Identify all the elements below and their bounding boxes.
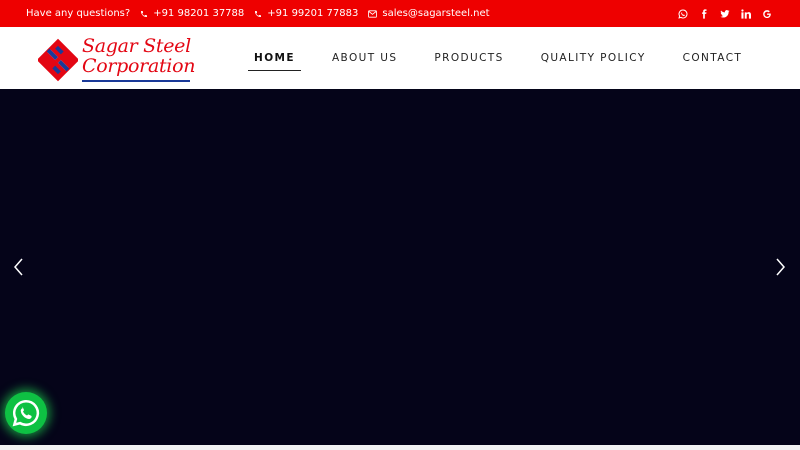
logo-wordmark: Sagar Steel Corporation [82, 36, 195, 76]
twitter-icon[interactable] [720, 9, 730, 19]
whatsapp-icon [12, 399, 40, 427]
top-bar: Have any questions? +91 98201 37788 +91 … [0, 0, 800, 27]
phone-link-2[interactable]: +91 99201 77883 [254, 8, 358, 19]
site-header: Sagar Steel Corporation HOME ABOUT US PR… [0, 27, 800, 89]
logo-underline [82, 80, 190, 82]
whatsapp-icon[interactable] [678, 9, 688, 19]
chevron-right-icon [776, 258, 785, 276]
question-label: Have any questions? [26, 8, 131, 19]
slider-next-button[interactable] [770, 257, 790, 277]
logo-line-2: Corporation [82, 55, 196, 77]
nav-about-us[interactable]: ABOUT US [326, 52, 403, 64]
phone-number-2: +91 99201 77883 [267, 8, 359, 19]
logo-line-1: Sagar Steel [82, 35, 191, 57]
linkedin-icon[interactable] [741, 8, 751, 19]
whatsapp-float-button[interactable] [5, 392, 47, 434]
email-address: sales@sagarsteel.net [382, 8, 490, 19]
facebook-icon[interactable] [699, 8, 709, 19]
main-nav: HOME ABOUT US PRODUCTS QUALITY POLICY CO… [248, 27, 773, 89]
contact-info: Have any questions? +91 98201 37788 +91 … [26, 0, 500, 27]
nav-home[interactable]: HOME [248, 52, 301, 71]
phone-icon [141, 10, 148, 17]
phone-number-1: +91 98201 37788 [153, 8, 245, 19]
page-bottom-strip [0, 445, 800, 450]
social-links [678, 0, 772, 27]
envelope-icon [368, 9, 378, 18]
google-icon[interactable] [762, 9, 772, 19]
phone-link-1[interactable]: +91 98201 37788 [140, 8, 244, 19]
question-text: Have any questions? [26, 8, 130, 19]
site-logo[interactable]: Sagar Steel Corporation [38, 35, 198, 85]
phone-icon [255, 10, 262, 17]
nav-quality-policy[interactable]: QUALITY POLICY [535, 52, 652, 64]
slider-prev-button[interactable] [9, 257, 29, 277]
email-link[interactable]: sales@sagarsteel.net [368, 8, 490, 19]
chevron-left-icon [14, 258, 23, 276]
hero-slider [0, 89, 800, 445]
nav-products[interactable]: PRODUCTS [428, 52, 509, 64]
nav-contact[interactable]: CONTACT [677, 52, 749, 64]
logo-mark-icon [38, 38, 78, 82]
